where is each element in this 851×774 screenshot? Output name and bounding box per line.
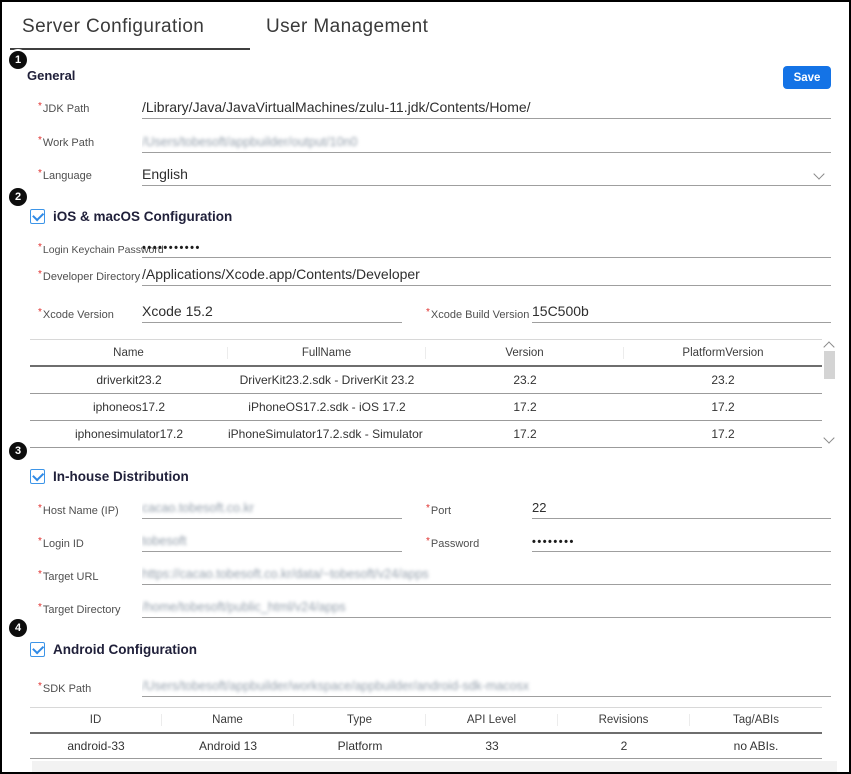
table-cell: 17.2 [426,400,624,414]
login-id-label: *Login ID [38,538,84,550]
required-asterisk: * [38,681,42,692]
language-select[interactable]: English [142,164,831,186]
step-badge-4: 4 [9,619,27,637]
host-name-label: *Host Name (IP) [38,505,119,517]
table-cell: 2 [558,739,690,753]
target-url-input[interactable]: https://cacao.tobesoft.co.kr/data/~tobes… [142,564,831,585]
active-tab-underline [10,48,250,50]
developer-directory-label: *Developer Directory [38,271,140,283]
tab-user-management[interactable]: User Management [266,16,428,38]
required-asterisk: * [38,135,42,146]
table-cell: android-33 [30,739,162,753]
host-name-input[interactable]: cacao.tobesoft.co.kr [142,498,402,519]
required-asterisk: * [426,307,430,318]
column-header: Name [162,714,294,726]
required-asterisk: * [38,101,42,112]
horizontal-scrollbar[interactable] [32,761,837,773]
required-asterisk: * [38,569,42,580]
required-asterisk: * [426,503,430,514]
sdk-path-input[interactable]: /Users/tobesoft/appbuilder/workspace/app… [142,676,831,697]
step-badge-2: 2 [9,188,27,206]
xcode-build-version-input[interactable]: 15C500b [532,301,831,323]
table-cell: 17.2 [624,400,822,414]
ios-sdk-table: Name FullName Version PlatformVersion dr… [30,339,822,448]
inhouse-distribution-checkbox[interactable] [30,469,45,484]
scrollbar-thumb[interactable] [824,351,835,379]
tab-server-configuration[interactable]: Server Configuration [22,16,204,38]
column-header: PlatformVersion [624,347,822,359]
column-header: Version [426,347,624,359]
sdk-path-label: *SDK Path [38,683,91,695]
server-configuration-page: Server Configuration User Management 1 G… [0,0,851,774]
required-asterisk: * [38,536,42,547]
table-row[interactable]: driverkit23.2 DriverKit23.2.sdk - Driver… [30,367,822,394]
section-title-ios-macos: iOS & macOS Configuration [53,209,232,224]
required-asterisk: * [38,269,42,280]
ios-sdk-table-header: Name FullName Version PlatformVersion [30,339,822,367]
table-cell: iPhoneSimulator17.2.sdk - Simulator - iC [228,427,426,441]
required-asterisk: * [38,503,42,514]
table-cell: driverkit23.2 [30,373,228,387]
table-cell: Android 13 [162,739,294,753]
port-label: *Port [426,505,451,517]
language-label: *Language [38,170,92,182]
table-cell: 17.2 [426,427,624,441]
required-asterisk: * [38,168,42,179]
table-cell: no ABIs. [690,739,822,753]
required-asterisk: * [38,242,42,253]
column-header: Revisions [558,714,690,726]
table-cell: iphoneos17.2 [30,400,228,414]
android-sdk-table: ID Name Type API Level Revisions Tag/ABI… [30,707,822,759]
login-id-input[interactable]: tobesoft [142,531,402,552]
section-title-inhouse: In-house Distribution [53,469,189,484]
save-button[interactable]: Save [783,66,831,89]
work-path-input[interactable]: /Users/tobesoft/appbuilder/output/10n0 [142,131,831,153]
column-header: FullName [228,347,426,359]
section-title-android: Android Configuration [53,642,197,657]
password-label: *Password [426,538,479,550]
table-cell: iphonesimulator17.2 [30,427,228,441]
column-header: Type [294,714,426,726]
table-row[interactable]: iphoneos17.2 iPhoneOS17.2.sdk - iOS 17.2… [30,394,822,421]
table-cell: 23.2 [426,373,624,387]
jdk-path-input[interactable]: /Library/Java/JavaVirtualMachines/zulu-1… [142,97,831,119]
column-header: API Level [426,714,558,726]
xcode-version-label: *Xcode Version [38,309,114,321]
table-row[interactable]: iphonesimulator17.2 iPhoneSimulator17.2.… [30,421,822,448]
required-asterisk: * [426,536,430,547]
step-badge-3: 3 [9,442,27,460]
target-url-label: *Target URL [38,571,99,583]
xcode-build-version-label: *Xcode Build Version [426,309,529,321]
step-badge-1: 1 [9,51,27,69]
section-title-general: General [27,68,75,83]
column-header: Name [30,347,228,359]
table-cell: iPhoneOS17.2.sdk - iOS 17.2 [228,400,426,414]
android-sdk-table-header: ID Name Type API Level Revisions Tag/ABI… [30,707,822,734]
jdk-path-label: *JDK Path [38,103,89,115]
keychain-password-input[interactable]: ••••••••••• [142,237,831,258]
target-directory-label: *Target Directory [38,604,121,616]
required-asterisk: * [38,602,42,613]
ios-macos-checkbox[interactable] [30,209,45,224]
developer-directory-input[interactable]: /Applications/Xcode.app/Contents/Develop… [142,264,831,286]
password-input[interactable]: •••••••• [532,531,831,552]
table-cell: 17.2 [624,427,822,441]
xcode-version-input[interactable]: Xcode 15.2 [142,301,402,323]
work-path-label: *Work Path [38,137,94,149]
port-input[interactable]: 22 [532,498,831,519]
target-directory-input[interactable]: /home/tobesoft/public_html/v24/apps [142,597,831,618]
table-cell: 33 [426,739,558,753]
table-cell: DriverKit23.2.sdk - DriverKit 23.2 [228,373,426,387]
ios-table-scrollbar[interactable] [822,339,837,448]
table-cell: Platform [294,739,426,753]
android-configuration-checkbox[interactable] [30,642,45,657]
required-asterisk: * [38,307,42,318]
table-row[interactable]: android-33 Android 13 Platform 33 2 no A… [30,734,822,759]
column-header: ID [30,714,162,726]
scroll-down-icon[interactable] [823,432,834,443]
column-header: Tag/ABIs [690,714,822,726]
table-cell: 23.2 [624,373,822,387]
